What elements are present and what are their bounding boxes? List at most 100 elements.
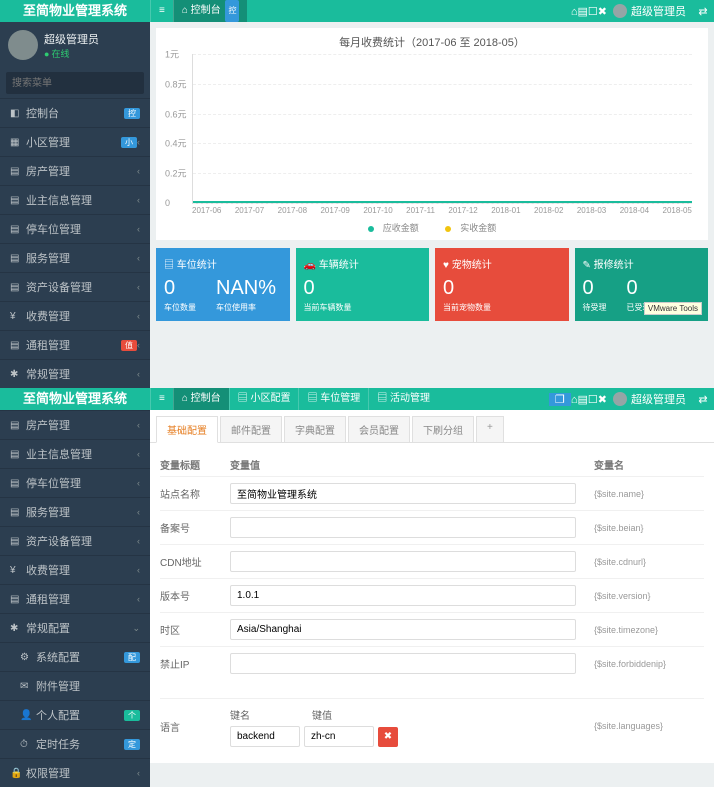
lang-key-input[interactable] <box>230 726 300 747</box>
menu-icon: ≡ <box>159 5 165 16</box>
nav-label: 通租管理 <box>26 591 137 607</box>
field-input[interactable] <box>230 483 576 504</box>
menu-toggle[interactable]: ≡ <box>150 388 173 410</box>
stat-card[interactable]: ▤ 车位统计 0车位数量NAN%车位使用率 <box>156 248 290 321</box>
lang-val-input[interactable] <box>304 726 374 747</box>
stat-label: 待受理 <box>583 302 607 313</box>
config-tab[interactable]: 基础配置 <box>156 416 218 443</box>
nav-label: 权限管理 <box>26 765 137 781</box>
field-input[interactable] <box>230 517 576 538</box>
sidebar-item[interactable]: ▤ 停车位管理 ‹ <box>0 468 150 497</box>
sidebar-item[interactable]: ▤ 房产管理 ‹ <box>0 156 150 185</box>
legend-item[interactable]: 应收金额 <box>362 223 425 233</box>
sidebar-item[interactable]: ⏱ 定时任务 定 <box>0 729 150 758</box>
chart-line <box>193 201 692 203</box>
key-header: 键名 <box>230 707 312 722</box>
grid-button[interactable]: ❐ <box>549 393 571 406</box>
sidebar-item[interactable]: ▤ 业主信息管理 ‹ <box>0 439 150 468</box>
chevron-icon: ‹ <box>137 282 140 292</box>
share-button[interactable]: ⇄ <box>692 5 714 18</box>
user-menu[interactable]: 超级管理员 <box>607 3 692 19</box>
topnav-item[interactable]: ▤ 活动管理 <box>368 388 438 410</box>
sidebar-item[interactable]: ◧ 控制台 控 <box>0 98 150 127</box>
config-tab[interactable]: 邮件配置 <box>220 416 282 442</box>
nav-label: 服务管理 <box>26 250 137 266</box>
nav-badge: 小 <box>121 137 137 148</box>
user-menu[interactable]: 超级管理员 <box>607 391 692 407</box>
x-tick: 2017-09 <box>320 206 349 215</box>
sidebar-item[interactable]: 👤 个人配置 个 <box>0 700 150 729</box>
sidebar-item[interactable]: ▤ 资产设备管理 ‹ <box>0 272 150 301</box>
sidebar-item[interactable]: ¥ 收费管理 ‹ <box>0 301 150 330</box>
topbar-icon[interactable]: ☐ <box>588 6 598 18</box>
share-button[interactable]: ⇄ <box>692 393 714 406</box>
stat-value: 0 <box>164 277 196 300</box>
chevron-icon: ‹ <box>137 420 140 430</box>
topnav-item[interactable]: ⌂ 控制台 <box>173 388 229 410</box>
topbar-icon[interactable]: ▤ <box>578 6 588 18</box>
y-tick: 0.4元 <box>165 137 187 150</box>
topbar-2: 至简物业管理系统 ≡ ⌂ 控制台▤ 小区配置▤ 车位管理▤ 活动管理 ❐ ⌂▤☐… <box>0 388 714 410</box>
topnav-item[interactable]: ▤ 车位管理 <box>298 388 368 410</box>
stat-card[interactable]: ✎ 报修统计 0待受理0已受理VMware Tools <box>575 248 709 321</box>
config-tab[interactable]: 下刷分组 <box>412 416 474 442</box>
nav-label: 停车位管理 <box>26 221 137 237</box>
legend-item[interactable]: 实收金额 <box>439 223 502 233</box>
form-row: 备案号 {$site.beian} <box>160 510 704 544</box>
stat-card[interactable]: ♥ 宠物统计 0当前宠物数量 <box>435 248 569 321</box>
sidebar-item[interactable]: ▤ 通租管理 ‹ <box>0 584 150 613</box>
field-input[interactable] <box>230 653 576 674</box>
menu-toggle[interactable]: ≡ <box>150 0 173 22</box>
tab-badge: 控 <box>225 0 239 22</box>
field-input[interactable] <box>230 619 576 640</box>
topbar-icon[interactable]: ▤ <box>578 394 588 406</box>
config-tab[interactable]: 字典配置 <box>284 416 346 442</box>
form-row: 版本号 {$site.version} <box>160 578 704 612</box>
form-row-lang: 语言 键名 键值 ✖ {$site.languages} <box>160 698 704 753</box>
sidebar-item[interactable]: ▤ 通租管理 值‹ <box>0 330 150 359</box>
nav-label: 小区管理 <box>26 134 121 150</box>
field-input[interactable] <box>230 551 576 572</box>
nav-icon: ▤ <box>238 393 248 404</box>
field-input[interactable] <box>230 585 576 606</box>
sidebar-item[interactable]: ¥ 收费管理 ‹ <box>0 555 150 584</box>
topbar-icon[interactable]: ☐ <box>588 394 598 406</box>
config-form: 变量标题 变量值 变量名 站点名称 {$site.name} 备案号 {$sit… <box>150 443 714 763</box>
delete-button[interactable]: ✖ <box>378 727 398 747</box>
stat-card[interactable]: 🚗 车辆统计 0当前车辆数量 <box>296 248 430 321</box>
topbar-icon[interactable]: ⌂ <box>571 6 578 18</box>
topbar-icon[interactable]: ✖ <box>598 6 607 18</box>
sidebar-item[interactable]: ✉ 附件管理 <box>0 671 150 700</box>
nav-icon: ▤ <box>10 224 26 235</box>
y-tick: 0.8元 <box>165 77 187 90</box>
config-tab[interactable]: 会员配置 <box>348 416 410 442</box>
sidebar-item[interactable]: ✱ 常规配置 ⌄ <box>0 613 150 642</box>
sidebar-item[interactable]: ▤ 服务管理 ‹ <box>0 497 150 526</box>
topbar-icon[interactable]: ✖ <box>598 394 607 406</box>
sidebar-item[interactable]: ⚙ 系统配置 配 <box>0 642 150 671</box>
nav-label: 定时任务 <box>36 736 124 752</box>
nav-label: 个人配置 <box>36 707 124 723</box>
sidebar-item[interactable]: ▤ 资产设备管理 ‹ <box>0 526 150 555</box>
nav-icon: ¥ <box>10 311 26 322</box>
y-tick: 0.6元 <box>165 107 187 120</box>
sidebar-item[interactable]: 🔒 权限管理 ‹ <box>0 758 150 787</box>
nav-label: 收费管理 <box>26 562 137 578</box>
sidebar-2: ▤ 房产管理 ‹ ▤ 业主信息管理 ‹ ▤ 停车位管理 ‹ ▤ 服务管理 ‹ ▤… <box>0 410 150 787</box>
search-input[interactable] <box>6 72 150 94</box>
topbar-icon[interactable]: ⌂ <box>571 394 578 406</box>
sidebar-item[interactable]: ✱ 常规管理 ‹ <box>0 359 150 388</box>
form-row: 时区 {$site.timezone} <box>160 612 704 646</box>
sidebar-item[interactable]: ▤ 房产管理 ‹ <box>0 410 150 439</box>
x-tick: 2017-07 <box>235 206 264 215</box>
content-1: 每月收费统计（2017-06 至 2018-05） 1元0.8元0.6元0.4元… <box>150 22 714 388</box>
tab-dashboard[interactable]: ⌂ 控制台 控 <box>173 0 248 22</box>
topnav-item[interactable]: ▤ 小区配置 <box>229 388 299 410</box>
var-name: {$site.timezone} <box>594 625 704 635</box>
sidebar-item[interactable]: ▤ 停车位管理 ‹ <box>0 214 150 243</box>
sidebar-item[interactable]: ▦ 小区管理 小‹ <box>0 127 150 156</box>
add-tab-button[interactable]: + <box>476 416 504 442</box>
sidebar-item[interactable]: ▤ 服务管理 ‹ <box>0 243 150 272</box>
sidebar-item[interactable]: ▤ 业主信息管理 ‹ <box>0 185 150 214</box>
var-name: {$site.languages} <box>594 721 704 731</box>
